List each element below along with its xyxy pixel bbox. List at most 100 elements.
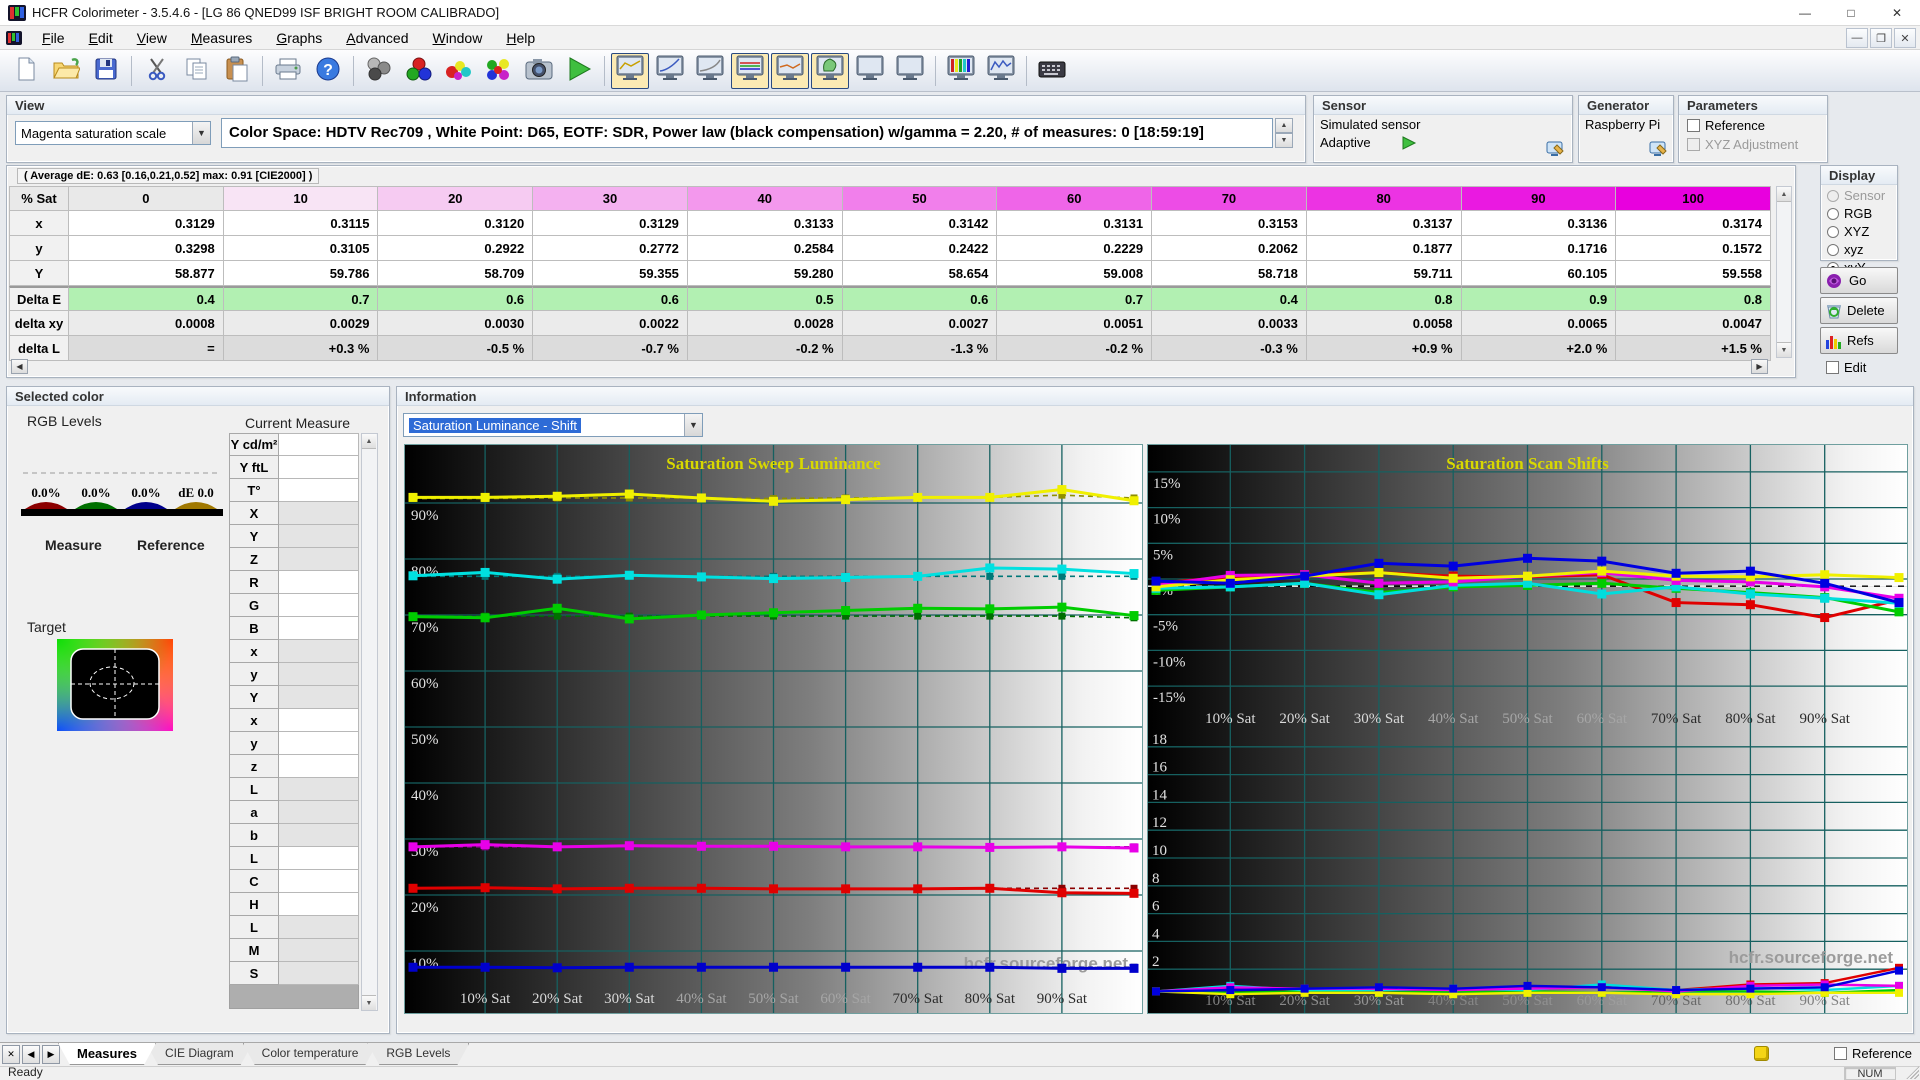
- table-cell[interactable]: 0.2584: [687, 236, 843, 261]
- table-cell[interactable]: 0.5: [687, 286, 843, 311]
- table-scroll-left-icon[interactable]: ◀: [11, 359, 28, 374]
- measure-preset-dropdown[interactable]: Magenta saturation scale ▼: [15, 121, 211, 145]
- table-cell[interactable]: 0.0027: [842, 311, 998, 336]
- column-header-cell[interactable]: 30: [533, 186, 688, 211]
- mdi-minimize-icon[interactable]: —: [1846, 28, 1868, 48]
- table-cell[interactable]: 0.3153: [1152, 211, 1307, 236]
- column-header-cell[interactable]: 40: [687, 186, 843, 211]
- menu-advanced[interactable]: Advanced: [334, 27, 420, 49]
- column-header-cell[interactable]: 0: [69, 186, 224, 211]
- table-cell[interactable]: +1.5 %: [1616, 336, 1771, 361]
- view-nearblack-button[interactable]: [691, 53, 729, 89]
- table-cell[interactable]: -1.3 %: [842, 336, 998, 361]
- help-button[interactable]: ?: [309, 53, 347, 89]
- menu-measures[interactable]: Measures: [179, 27, 264, 49]
- table-cell[interactable]: 59.711: [1306, 261, 1462, 286]
- edit-checkbox[interactable]: Edit: [1826, 360, 1866, 375]
- minimize-icon[interactable]: —: [1782, 0, 1828, 26]
- table-cell[interactable]: 0.7: [997, 286, 1153, 311]
- menu-graphs[interactable]: Graphs: [264, 27, 334, 49]
- table-cell[interactable]: 59.280: [687, 261, 843, 286]
- table-cell[interactable]: 58.654: [842, 261, 998, 286]
- menu-window[interactable]: Window: [421, 27, 495, 49]
- table-cell[interactable]: +0.9 %: [1306, 336, 1462, 361]
- scroll-down-icon[interactable]: ▼: [1777, 342, 1791, 357]
- view-histogram-button[interactable]: [982, 53, 1020, 89]
- tab-color-temperature[interactable]: Color temperature: [243, 1043, 378, 1065]
- table-cell[interactable]: 0.4: [69, 286, 224, 311]
- table-cell[interactable]: 0.2772: [533, 236, 688, 261]
- table-cell[interactable]: 0.3133: [687, 211, 843, 236]
- reference-checkbox[interactable]: Reference: [1687, 118, 1819, 133]
- view-rgb-levels-button[interactable]: [731, 52, 769, 89]
- sensor-run-icon[interactable]: [1401, 135, 1417, 150]
- table-cell[interactable]: +0.3 %: [223, 336, 379, 361]
- print-button[interactable]: [269, 53, 307, 89]
- view-gamma-button[interactable]: [651, 53, 689, 89]
- table-cell[interactable]: 0.3137: [1306, 211, 1462, 236]
- maximize-icon[interactable]: □: [1828, 0, 1874, 26]
- table-cell[interactable]: 0.3298: [69, 236, 224, 261]
- table-cell[interactable]: -0.2 %: [687, 336, 843, 361]
- go-button[interactable]: Go: [1820, 267, 1898, 294]
- column-header-cell[interactable]: 100: [1616, 186, 1771, 211]
- measure-secondaries-button[interactable]: [480, 53, 518, 89]
- table-cell[interactable]: 59.786: [223, 261, 379, 286]
- view-luminance-button[interactable]: [611, 52, 649, 89]
- reference-checkbox[interactable]: Reference: [1834, 1046, 1912, 1061]
- column-header-cell[interactable]: 60: [997, 186, 1153, 211]
- tab-rgb-levels[interactable]: RGB Levels: [367, 1043, 469, 1065]
- table-cell[interactable]: 0.9: [1461, 286, 1617, 311]
- open-file-button[interactable]: [47, 53, 85, 89]
- table-cell[interactable]: 0.3142: [842, 211, 998, 236]
- table-cell[interactable]: 0.0029: [223, 311, 379, 336]
- tab-cie-diagram[interactable]: CIE Diagram: [146, 1043, 253, 1065]
- tab-close-icon[interactable]: ✕: [2, 1045, 20, 1064]
- refs-button[interactable]: Refs: [1820, 327, 1898, 354]
- display-radio-rgb[interactable]: RGB: [1827, 206, 1897, 221]
- delete-button[interactable]: Delete: [1820, 297, 1898, 324]
- table-cell[interactable]: 0.2922: [378, 236, 534, 261]
- mdi-restore-icon[interactable]: ❐: [1870, 28, 1892, 48]
- table-cell[interactable]: 58.718: [1152, 261, 1307, 286]
- menu-edit[interactable]: Edit: [77, 27, 125, 49]
- table-cell[interactable]: -0.3 %: [1152, 336, 1307, 361]
- table-cell[interactable]: 0.2062: [1152, 236, 1307, 261]
- table-cell[interactable]: 0.6: [378, 286, 534, 311]
- column-header-cell[interactable]: 20: [378, 186, 534, 211]
- view-color-temperature-button[interactable]: [771, 52, 809, 89]
- table-cell[interactable]: 58.709: [378, 261, 534, 286]
- snapshot-button[interactable]: [520, 53, 558, 89]
- display-radio-xyz[interactable]: xyz: [1827, 242, 1897, 257]
- table-cell[interactable]: 0.6: [842, 286, 998, 311]
- table-cell[interactable]: -0.5 %: [378, 336, 534, 361]
- column-header-cell[interactable]: 80: [1306, 186, 1462, 211]
- table-cell[interactable]: 0.2422: [842, 236, 998, 261]
- table-cell[interactable]: 59.558: [1616, 261, 1771, 286]
- table-cell[interactable]: =: [69, 336, 224, 361]
- table-cell[interactable]: 0.1572: [1616, 236, 1771, 261]
- table-cell[interactable]: 0.0058: [1306, 311, 1462, 336]
- colorspace-info-field[interactable]: Color Space: HDTV Rec709 , White Point: …: [221, 118, 1273, 148]
- table-cell[interactable]: 0.0028: [687, 311, 843, 336]
- scroll-up-icon[interactable]: ▲: [1777, 187, 1791, 202]
- cut-button[interactable]: [138, 53, 176, 89]
- table-cell[interactable]: 0.0008: [69, 311, 224, 336]
- view-cie-diagram-button[interactable]: [811, 52, 849, 89]
- menu-help[interactable]: Help: [494, 27, 547, 49]
- table-cell[interactable]: 0.0022: [533, 311, 688, 336]
- view-colorbars-button[interactable]: [942, 53, 980, 89]
- table-cell[interactable]: -0.7 %: [533, 336, 688, 361]
- free-measure-button[interactable]: [1033, 53, 1071, 89]
- save-button[interactable]: [87, 53, 125, 89]
- table-cell[interactable]: 0.2229: [997, 236, 1153, 261]
- table-cell[interactable]: 0.3136: [1461, 211, 1617, 236]
- table-cell[interactable]: 0.8: [1616, 286, 1771, 311]
- tab-prev-icon[interactable]: ◀: [22, 1045, 40, 1064]
- scroll-up-icon[interactable]: ▲: [362, 434, 376, 449]
- table-cell[interactable]: 59.008: [997, 261, 1153, 286]
- table-cell[interactable]: 0.3131: [997, 211, 1153, 236]
- menu-file[interactable]: File: [30, 27, 77, 49]
- tab-measures[interactable]: Measures: [58, 1043, 156, 1065]
- table-cell[interactable]: 0.6: [533, 286, 688, 311]
